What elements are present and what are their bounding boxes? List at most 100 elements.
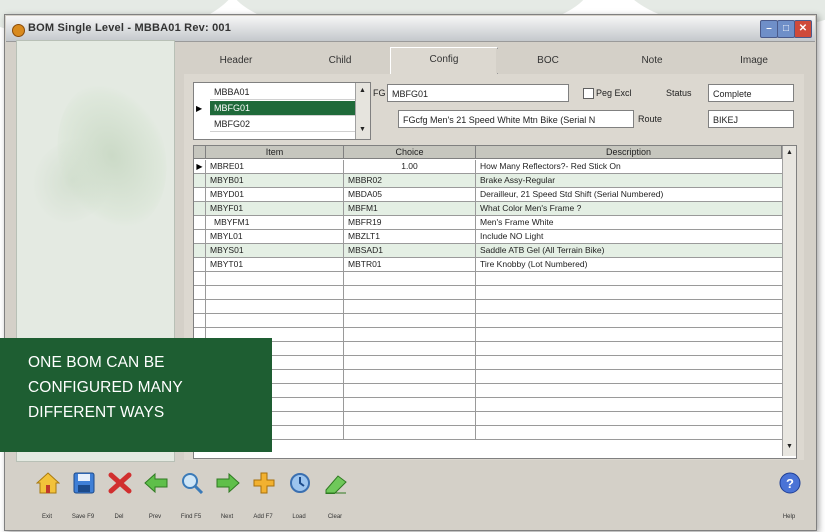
choice-cell[interactable]: 1.00 (344, 160, 476, 173)
empty-row[interactable] (194, 300, 782, 314)
item-cell[interactable]: MBYF01 (206, 202, 344, 215)
description-cell[interactable]: Derailleur, 21 Speed Std Shift (Serial N… (476, 188, 782, 201)
route-field[interactable]: BIKEJ (708, 110, 794, 128)
empty-row[interactable] (194, 356, 782, 370)
row-selector[interactable] (194, 188, 206, 201)
row-selector[interactable] (194, 286, 206, 299)
table-row[interactable]: MBYD01 MBDA05 Derailleur, 21 Speed Std S… (194, 188, 782, 202)
column-header-description[interactable]: Description (476, 146, 782, 159)
empty-row[interactable] (194, 314, 782, 328)
table-row[interactable]: MBYF01 MBFM1 What Color Men's Frame ? (194, 202, 782, 216)
empty-cell[interactable] (344, 426, 476, 439)
item-cell[interactable]: MBYFM1 (206, 216, 344, 229)
empty-row[interactable] (194, 398, 782, 412)
description-cell[interactable]: Men's Frame White (476, 216, 782, 229)
item-cell[interactable]: MBYT01 (206, 258, 344, 271)
delete-button[interactable]: Del (102, 470, 136, 522)
empty-cell[interactable] (344, 328, 476, 341)
config-option-selected[interactable]: MBFG01 (210, 101, 356, 116)
next-button[interactable]: Next (210, 470, 244, 522)
empty-row[interactable] (194, 342, 782, 356)
empty-cell[interactable] (344, 272, 476, 285)
empty-row[interactable] (194, 328, 782, 342)
choice-cell[interactable]: MBBR02 (344, 174, 476, 187)
empty-row[interactable] (194, 286, 782, 300)
item-cell[interactable]: MBYL01 (206, 230, 344, 243)
scroll-down-icon[interactable]: ▼ (358, 125, 367, 134)
empty-cell[interactable] (344, 356, 476, 369)
table-row[interactable]: MBYT01 MBTR01 Tire Knobby (Lot Numbered) (194, 258, 782, 272)
table-row[interactable]: ▶ MBRE01 1.00 How Many Reflectors?- Red … (194, 160, 782, 174)
fg-field[interactable]: MBFG01 (387, 84, 569, 102)
empty-row[interactable] (194, 370, 782, 384)
table-row[interactable]: MBYS01 MBSAD1 Saddle ATB Gel (All Terrai… (194, 244, 782, 258)
empty-cell[interactable] (206, 300, 344, 313)
empty-cell[interactable] (344, 286, 476, 299)
row-selector[interactable] (194, 272, 206, 285)
scroll-up-icon[interactable]: ▲ (358, 86, 367, 95)
config-grid[interactable]: Item Choice Description ▶ MBRE01 1.00 Ho… (193, 145, 797, 459)
empty-cell[interactable] (344, 384, 476, 397)
find-button[interactable]: Find F5 (174, 470, 208, 522)
empty-cell[interactable] (206, 314, 344, 327)
tab-image[interactable]: Image (704, 49, 804, 73)
tab-boc[interactable]: BOC (496, 49, 601, 73)
table-row[interactable]: MBYL01 MBZLT1 Include NO Light (194, 230, 782, 244)
description-cell[interactable]: Tire Knobby (Lot Numbered) (476, 258, 782, 271)
title-bar[interactable]: BOM Single Level - MBBA01 Rev: 001 – □ ✕ (6, 16, 815, 42)
empty-row[interactable] (194, 426, 782, 440)
choice-cell[interactable]: MBFM1 (344, 202, 476, 215)
choice-cell[interactable]: MBTR01 (344, 258, 476, 271)
clear-button[interactable]: Clear (318, 470, 352, 522)
column-header-choice[interactable]: Choice (344, 146, 476, 159)
choice-cell[interactable]: MBSAD1 (344, 244, 476, 257)
grid-scrollbar[interactable]: ▲ ▼ (782, 146, 796, 456)
config-option-list[interactable]: ▶ MBBA01 MBFG01 MBFG02 ▲ ▼ (193, 82, 371, 140)
item-cell[interactable]: MBRE01 (206, 160, 344, 173)
scroll-up-icon[interactable]: ▲ (785, 148, 794, 157)
row-selector[interactable] (194, 258, 206, 271)
prev-button[interactable]: Prev (138, 470, 172, 522)
minimize-button[interactable]: – (760, 20, 778, 38)
item-cell[interactable]: MBYS01 (206, 244, 344, 257)
empty-row[interactable] (194, 412, 782, 426)
column-header-item[interactable]: Item (206, 146, 344, 159)
option-list-scrollbar[interactable]: ▲ ▼ (355, 83, 370, 139)
row-selector[interactable] (194, 230, 206, 243)
peg-excl-checkbox[interactable] (583, 88, 594, 99)
row-selector[interactable] (194, 174, 206, 187)
item-cell[interactable]: MBYB01 (206, 174, 344, 187)
row-selector[interactable] (194, 244, 206, 257)
table-row[interactable]: MBYFM1 MBFR19 Men's Frame White (194, 216, 782, 230)
empty-cell[interactable] (344, 412, 476, 425)
empty-row[interactable] (194, 384, 782, 398)
close-button[interactable]: ✕ (794, 20, 812, 38)
empty-cell[interactable] (344, 300, 476, 313)
config-option[interactable]: MBFG02 (210, 117, 356, 132)
maximize-button[interactable]: □ (777, 20, 795, 38)
choice-cell[interactable]: MBZLT1 (344, 230, 476, 243)
empty-cell[interactable] (344, 370, 476, 383)
description-cell[interactable]: Include NO Light (476, 230, 782, 243)
save-button[interactable]: Save F9 (66, 470, 100, 522)
choice-cell[interactable]: MBFR19 (344, 216, 476, 229)
tab-config[interactable]: Config (390, 47, 498, 75)
description-cell[interactable]: What Color Men's Frame ? (476, 202, 782, 215)
tab-note[interactable]: Note (600, 49, 705, 73)
description-cell[interactable]: How Many Reflectors?- Red Stick On (476, 160, 782, 173)
help-button[interactable]: ? Help (772, 470, 806, 522)
tab-child[interactable]: Child (288, 49, 393, 73)
load-button[interactable]: Load (282, 470, 316, 522)
tab-header[interactable]: Header (184, 49, 289, 73)
row-selector[interactable] (194, 300, 206, 313)
row-selector[interactable] (194, 202, 206, 215)
empty-cell[interactable] (206, 286, 344, 299)
exit-button[interactable]: Exit (30, 470, 64, 522)
empty-cell[interactable] (344, 398, 476, 411)
add-button[interactable]: Add F7 (246, 470, 280, 522)
row-selector[interactable] (194, 216, 206, 229)
choice-cell[interactable]: MBDA05 (344, 188, 476, 201)
description-field[interactable]: FGcfg Men's 21 Speed White Mtn Bike (Ser… (398, 110, 634, 128)
description-cell[interactable]: Saddle ATB Gel (All Terrain Bike) (476, 244, 782, 257)
empty-cell[interactable] (206, 272, 344, 285)
